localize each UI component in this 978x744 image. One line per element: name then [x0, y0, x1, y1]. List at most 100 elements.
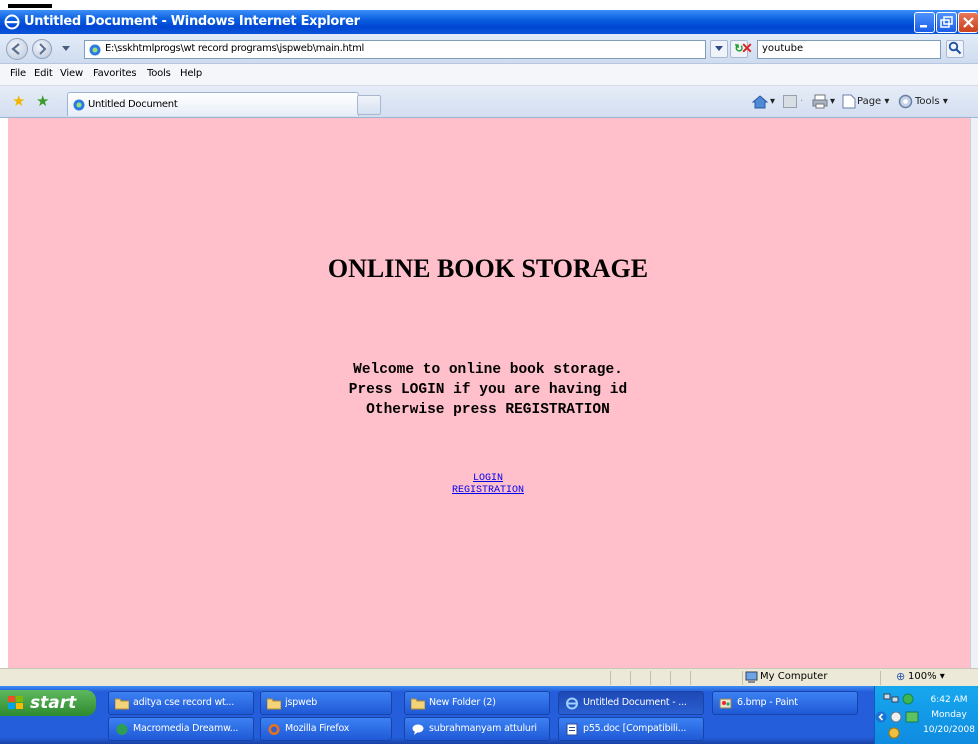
- ie-icon: [566, 697, 578, 710]
- new-tab-button[interactable]: [357, 95, 381, 115]
- feeds-icon[interactable]: [783, 95, 797, 108]
- my-computer-icon: [745, 671, 758, 683]
- messenger-icon[interactable]: [889, 710, 903, 724]
- back-button[interactable]: [6, 38, 28, 60]
- clock[interactable]: 6:42 AM Monday 10/20/2008: [921, 693, 977, 738]
- status-divider: [650, 671, 651, 685]
- tray-app-icon[interactable]: [901, 692, 915, 706]
- zoom-magnifier-icon: ⊕: [896, 671, 906, 683]
- page-heading: ONLINE BOOK STORAGE: [327, 254, 649, 283]
- forward-arrow-icon: [39, 43, 47, 55]
- security-zone: My Computer: [760, 671, 828, 682]
- vertical-scrollbar[interactable]: [970, 118, 978, 668]
- taskbar-button-untitled-document[interactable]: Untitled Document - ...: [558, 691, 704, 715]
- tools-menu[interactable]: Tools ▾: [915, 96, 948, 107]
- chevron-down-icon: [715, 46, 723, 51]
- status-divider: [630, 671, 631, 685]
- maximize-button[interactable]: [936, 12, 957, 33]
- address-url: E:\sskhtmlprogs\wt record programs\jspwe…: [105, 43, 365, 54]
- page-menu-icon: [842, 94, 856, 109]
- taskbar-button-paint[interactable]: 6.bmp - Paint: [712, 691, 858, 715]
- zoom-level[interactable]: 100% ▾: [908, 671, 945, 682]
- address-field[interactable]: E:\sskhtmlprogs\wt record programs\jspwe…: [84, 40, 706, 59]
- welcome-message: Welcome to online book storage. Press LO…: [8, 360, 968, 420]
- status-bar: My Computer ⊕ 100% ▾: [0, 668, 978, 686]
- link-list: LOGIN REGISTRATION: [8, 473, 968, 497]
- taskbar-button-jspweb[interactable]: jspweb: [260, 691, 392, 715]
- menu-bar: File Edit View Favorites Tools Help: [0, 64, 978, 86]
- menu-help[interactable]: Help: [180, 68, 202, 79]
- stop-icon: ✕: [741, 40, 753, 56]
- print-icon[interactable]: [812, 94, 828, 109]
- search-icon: [948, 41, 962, 55]
- top-strip: [0, 0, 978, 10]
- home-icon[interactable]: [752, 94, 768, 109]
- status-divider: [690, 671, 691, 685]
- address-toolbar: E:\sskhtmlprogs\wt record programs\jspwe…: [0, 34, 978, 64]
- menu-view[interactable]: View: [60, 68, 83, 79]
- feeds-dropdown-icon[interactable]: ·: [800, 96, 803, 107]
- zoom-value: 100%: [908, 671, 937, 682]
- login-link[interactable]: LOGIN: [473, 473, 503, 484]
- clock-day: Monday: [931, 710, 967, 720]
- window-titlebar[interactable]: Untitled Document - Windows Internet Exp…: [0, 10, 978, 34]
- clock-date: 10/20/2008: [923, 725, 975, 735]
- menu-favorites[interactable]: Favorites: [93, 68, 137, 79]
- taskbar-label: New Folder (2): [429, 697, 496, 708]
- status-divider: [880, 671, 881, 685]
- firefox-icon: [268, 724, 280, 735]
- paint-icon: [719, 698, 732, 709]
- minimize-button[interactable]: [914, 12, 935, 33]
- stop-button[interactable]: ✕: [738, 40, 756, 58]
- taskbar-label: aditya cse record wt...: [133, 697, 235, 708]
- taskbar-button-word-document[interactable]: p55.doc [Compatibili...: [558, 717, 704, 741]
- recent-pages-chevron-icon[interactable]: [62, 46, 70, 52]
- page-menu[interactable]: Page ▾: [857, 96, 889, 107]
- forward-button[interactable]: [32, 39, 52, 59]
- tab-label: Untitled Document: [88, 99, 178, 110]
- taskbar-button-new-folder[interactable]: New Folder (2): [404, 691, 550, 715]
- ie-page-icon: [89, 44, 101, 56]
- print-dropdown-icon[interactable]: ▾: [830, 96, 835, 107]
- taskbar-label: subrahmanyam attuluri: [429, 723, 537, 734]
- tray-expand-chevron-icon[interactable]: [875, 710, 887, 724]
- taskbar-label: 6.bmp - Paint: [737, 697, 798, 708]
- windows-flag-icon: [8, 696, 23, 709]
- tab-untitled-document[interactable]: Untitled Document: [67, 92, 359, 116]
- window-title: Untitled Document - Windows Internet Exp…: [24, 14, 360, 29]
- menu-file[interactable]: File: [10, 68, 26, 79]
- word-document-icon: [566, 723, 578, 736]
- taskbar-label: jspweb: [285, 697, 318, 708]
- menu-edit[interactable]: Edit: [34, 68, 53, 79]
- address-dropdown-button[interactable]: [710, 40, 728, 58]
- taskbar-label: Mozilla Firefox: [285, 723, 350, 734]
- add-favorites-icon[interactable]: ★: [36, 94, 49, 109]
- search-button[interactable]: [946, 40, 964, 58]
- taskbar-button-dreamweaver[interactable]: Macromedia Dreamw...: [108, 717, 254, 741]
- folder-icon: [267, 698, 281, 710]
- menu-tools[interactable]: Tools: [147, 68, 171, 79]
- start-button[interactable]: start: [0, 690, 96, 716]
- network-icon[interactable]: [883, 692, 899, 706]
- volume-icon[interactable]: [887, 726, 901, 740]
- folder-icon: [115, 698, 129, 710]
- back-arrow-icon: [11, 43, 20, 55]
- ie-logo-icon: [4, 14, 20, 30]
- taskbar-label: Untitled Document - ...: [583, 697, 687, 708]
- page-menu-label: Page: [857, 96, 882, 107]
- home-dropdown-icon[interactable]: ▾: [770, 96, 775, 107]
- taskbar-button-chat[interactable]: subrahmanyam attuluri: [404, 717, 550, 741]
- tools-gear-icon: [898, 94, 913, 109]
- page-content: ONLINE BOOK STORAGE Welcome to online bo…: [8, 118, 970, 668]
- taskbar-button-aditya[interactable]: aditya cse record wt...: [108, 691, 254, 715]
- status-divider: [610, 671, 611, 685]
- folder-icon: [411, 698, 425, 710]
- close-button[interactable]: [958, 12, 978, 33]
- registration-link[interactable]: REGISTRATION: [452, 485, 524, 496]
- taskbar-button-firefox[interactable]: Mozilla Firefox: [260, 717, 392, 741]
- search-input[interactable]: youtube: [757, 40, 941, 59]
- tray-window-icon[interactable]: [905, 710, 919, 724]
- close-icon: [963, 17, 974, 28]
- welcome-line-1: Welcome to online book storage.: [353, 362, 623, 378]
- favorites-star-icon[interactable]: ★: [12, 94, 25, 109]
